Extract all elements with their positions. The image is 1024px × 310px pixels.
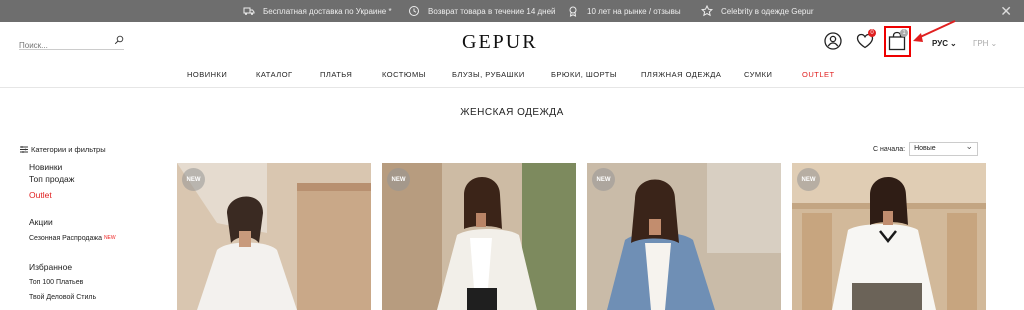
filter-icon: [20, 146, 28, 153]
nav-item-new[interactable]: НОВИНКИ: [187, 70, 227, 79]
sidebar-heading-promo: Акции: [29, 217, 53, 227]
product-card[interactable]: NEW: [587, 163, 781, 310]
sidebar-item-top[interactable]: Топ продаж: [29, 174, 74, 184]
account-button[interactable]: [824, 32, 842, 55]
sort-value: Новые: [914, 145, 936, 152]
language-label: РУС: [932, 39, 948, 48]
product-card[interactable]: NEW: [177, 163, 371, 310]
filters-label: Категории и фильтры: [31, 145, 106, 154]
sidebar-item-business[interactable]: Твой Деловой Стиль: [29, 294, 96, 301]
filters-toggle[interactable]: Категории и фильтры: [20, 145, 106, 154]
page-title: ЖЕНСКАЯ ОДЕЖДА: [460, 107, 564, 118]
currency-selector[interactable]: ГРН ⌄: [973, 39, 997, 48]
nav-item-blouses[interactable]: БЛУЗЫ, РУБАШКИ: [452, 70, 525, 79]
language-selector[interactable]: РУС ⌄: [932, 39, 957, 48]
new-badge: NEW: [103, 235, 116, 241]
search-icon[interactable]: [114, 35, 124, 45]
chevron-down-icon: ⌄: [990, 39, 998, 48]
header-divider: [0, 87, 1024, 88]
sidebar-item-sale[interactable]: Сезонная Распродажа NEW: [29, 235, 116, 242]
promo-text: Возврат товара в течение 14 дней: [428, 6, 556, 16]
nav-item-dresses[interactable]: ПЛАТЬЯ: [320, 70, 352, 79]
wishlist-count-badge: 0: [868, 29, 876, 37]
clock-icon: [409, 6, 419, 16]
product-image: [587, 163, 781, 310]
star-icon: [701, 5, 713, 17]
new-badge: NEW: [797, 168, 820, 191]
sidebar-item-top100[interactable]: Топ 100 Платьев: [29, 279, 83, 286]
currency-label: ГРН: [973, 39, 989, 48]
sidebar-item-label: Сезонная Распродажа: [29, 235, 102, 242]
product-image: [382, 163, 576, 310]
promo-item-return[interactable]: Возврат товара в течение 14 дней: [408, 0, 556, 22]
nav-item-beachwear[interactable]: ПЛЯЖНАЯ ОДЕЖДА: [641, 70, 721, 79]
new-badge: NEW: [182, 168, 205, 191]
sort-control: С начала: Новые: [873, 140, 979, 156]
main-nav: НОВИНКИ КАТАЛОГ ПЛАТЬЯ КОСТЮМЫ БЛУЗЫ, РУ…: [0, 70, 1024, 80]
promo-text: Celebrity в одежде Gepur: [721, 6, 814, 16]
sort-select[interactable]: Новые: [909, 140, 979, 156]
product-card[interactable]: NEW: [382, 163, 576, 310]
product-image: [177, 163, 371, 310]
wishlist-button[interactable]: 0: [856, 29, 876, 54]
cart-highlight-box: [884, 26, 911, 57]
sidebar-item-new[interactable]: Новинки: [29, 162, 62, 172]
close-icon[interactable]: ✕: [1000, 3, 1012, 20]
promo-item-delivery[interactable]: Бесплатная доставка по Украине *: [243, 0, 392, 22]
promo-text: 10 лет на рынке / отзывы: [587, 6, 681, 16]
promo-text: Бесплатная доставка по Украине *: [263, 6, 392, 16]
product-card[interactable]: NEW: [792, 163, 986, 310]
product-image: [792, 163, 986, 310]
nav-item-trousers[interactable]: БРЮКИ, ШОРТЫ: [551, 70, 617, 79]
search-box: [19, 35, 124, 50]
nav-item-suits[interactable]: КОСТЮМЫ: [382, 70, 426, 79]
sidebar-item-outlet[interactable]: Outlet: [29, 190, 52, 200]
nav-item-outlet[interactable]: OUTLET: [802, 70, 835, 79]
new-badge: NEW: [387, 168, 410, 191]
site-logo[interactable]: GEPUR: [462, 31, 538, 54]
award-icon: [569, 6, 577, 17]
promo-bar: Бесплатная доставка по Украине * Возврат…: [0, 0, 1024, 22]
sidebar-heading-favorites: Избранное: [29, 262, 73, 272]
truck-icon: [243, 7, 255, 15]
promo-item-reviews[interactable]: 10 лет на рынке / отзывы: [567, 0, 681, 22]
promo-item-celebrity[interactable]: Celebrity в одежде Gepur: [701, 0, 814, 22]
nav-item-catalog[interactable]: КАТАЛОГ: [256, 70, 293, 79]
nav-item-bags[interactable]: СУМКИ: [744, 70, 772, 79]
new-badge: NEW: [592, 168, 615, 191]
user-icon: [824, 32, 842, 50]
search-input[interactable]: [19, 41, 107, 50]
chevron-down-icon: ⌄: [949, 39, 957, 48]
sort-label: С начала:: [873, 145, 906, 153]
